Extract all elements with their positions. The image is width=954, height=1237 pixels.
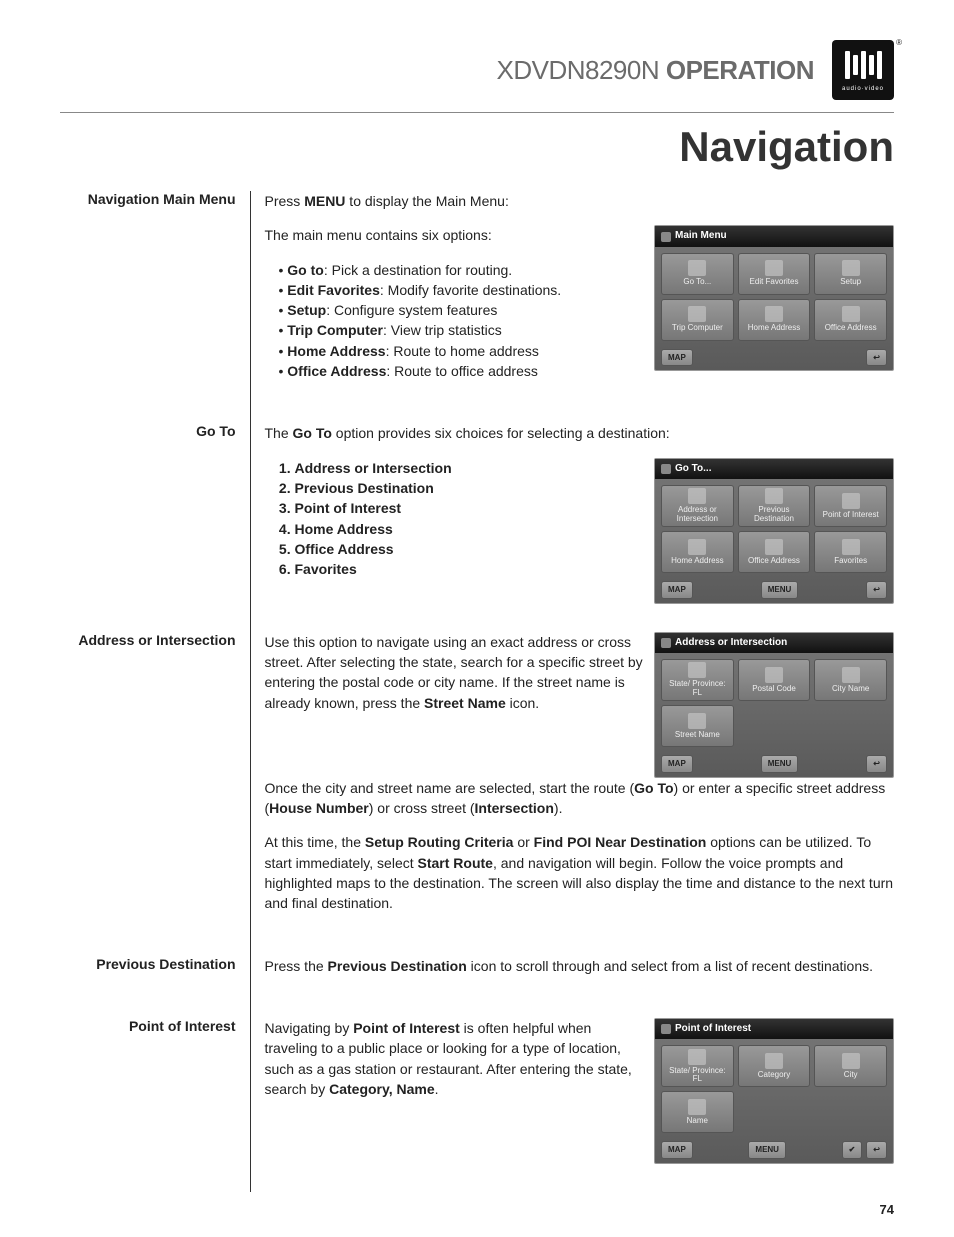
section-label-goto: Go To (60, 423, 250, 631)
ss-cell: City (814, 1045, 887, 1087)
ss-cell: State/ Province: FL (661, 1045, 734, 1087)
back-icon: ↩ (866, 1141, 887, 1159)
map-button: MAP (661, 755, 693, 773)
nav-main-intro: Press MENU to display the Main Menu: (265, 191, 895, 211)
back-icon: ↩ (866, 581, 887, 599)
goto-intro: The Go To option provides six choices fo… (265, 423, 895, 443)
goto-list: Address or Intersection Previous Destina… (295, 458, 645, 580)
addr-p3: At this time, the Setup Routing Criteria… (265, 832, 895, 913)
grid-icon (661, 232, 671, 242)
section-label-addr: Address or Intersection (60, 632, 250, 956)
header-divider (60, 112, 894, 113)
ss-cell: Office Address (738, 531, 811, 573)
section-label-poi: Point of Interest (60, 1018, 250, 1192)
nav-main-list-intro: The main menu contains six options: (265, 225, 645, 245)
section-label-nav-main: Navigation Main Menu (60, 191, 250, 423)
ss-cell: Edit Favorites (738, 253, 811, 295)
ss-cell: Go To... (661, 253, 734, 295)
map-button: MAP (661, 581, 693, 599)
page-number: 74 (60, 1202, 894, 1217)
ss-cell: Postal Code (738, 659, 811, 701)
ss-cell: Setup (814, 253, 887, 295)
map-button: MAP (661, 1141, 693, 1159)
trademark-icon: ® (896, 38, 902, 47)
screenshot-poi: Point of Interest State/ Province: FL Ca… (654, 1018, 894, 1164)
ss-cell: City Name (814, 659, 887, 701)
screenshot-addr: Address or Intersection State/ Province:… (654, 632, 894, 778)
page-header: XDVDN8290N OPERATION ® audio·video (60, 40, 894, 108)
ss-cell: Office Address (814, 299, 887, 341)
page-title: Navigation (60, 123, 894, 171)
ss-cell: Home Address (738, 299, 811, 341)
close-icon (661, 464, 671, 474)
screenshot-main-menu: Main Menu Go To... Edit Favorites Setup … (654, 225, 894, 371)
header-title: XDVDN8290N OPERATION (496, 55, 814, 86)
menu-button: MENU (761, 581, 799, 599)
close-icon (661, 638, 671, 648)
section-label-prev: Previous Destination (60, 956, 250, 1018)
ss-cell: Point of Interest (814, 485, 887, 527)
back-icon: ↩ (866, 755, 887, 773)
operation-label: OPERATION (666, 55, 814, 85)
ss-cell: Street Name (661, 705, 734, 747)
ss-cell: State/ Province: FL (661, 659, 734, 701)
ss-cell: Previous Destination (738, 485, 811, 527)
menu-button: MENU (748, 1141, 786, 1159)
brand-logo: ® audio·video (832, 40, 894, 100)
ss-cell: Trip Computer (661, 299, 734, 341)
screenshot-goto: Go To... Address or Intersection Previou… (654, 458, 894, 604)
ss-cell: Category (738, 1045, 811, 1087)
model-number: XDVDN8290N (496, 55, 659, 85)
check-icon: ✔ (842, 1141, 863, 1159)
addr-p1: Use this option to navigate using an exa… (265, 632, 645, 713)
ss-cell: Favorites (814, 531, 887, 573)
brand-subtext: audio·video (842, 86, 884, 92)
ss-cell: Home Address (661, 531, 734, 573)
nav-main-list: Go to: Pick a destination for routing. E… (279, 260, 645, 382)
close-icon (661, 1024, 671, 1034)
logo-bars-icon (845, 48, 882, 82)
poi-p: Navigating by Point of Interest is often… (265, 1018, 645, 1099)
ss-cell: Address or Intersection (661, 485, 734, 527)
back-icon: ↩ (866, 349, 887, 367)
menu-button: MENU (761, 755, 799, 773)
ss-cell: Name (661, 1091, 734, 1133)
addr-p2: Once the city and street name are select… (265, 778, 895, 819)
content-table: Navigation Main Menu Press MENU to displ… (60, 191, 894, 1192)
prev-p: Press the Previous Destination icon to s… (265, 956, 895, 976)
map-button: MAP (661, 349, 693, 367)
